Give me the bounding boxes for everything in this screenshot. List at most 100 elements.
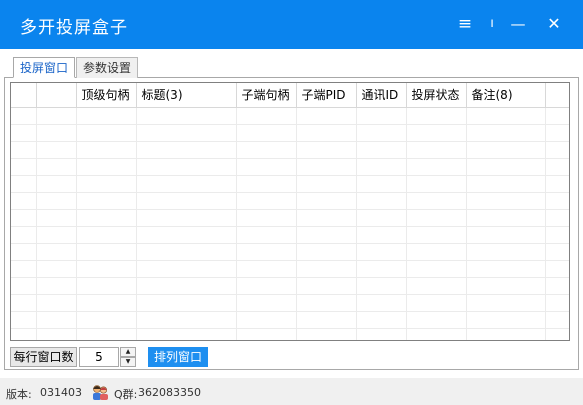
table-cell[interactable] (136, 294, 237, 312)
table-cell[interactable] (406, 260, 467, 278)
arrange-windows-button[interactable]: 排列窗口 (148, 347, 208, 367)
table-cell[interactable] (236, 243, 297, 261)
spin-down-icon[interactable]: ▼ (120, 357, 136, 367)
table-cell[interactable] (236, 107, 297, 125)
table-cell[interactable] (296, 209, 357, 227)
table-cell[interactable] (545, 192, 569, 210)
table-cell[interactable] (466, 158, 546, 176)
table-cell[interactable] (406, 141, 467, 159)
table-cell[interactable] (466, 277, 546, 295)
table-cell[interactable] (406, 107, 467, 125)
table-cell[interactable] (356, 277, 407, 295)
table-cell[interactable] (406, 243, 467, 261)
table-cell[interactable] (545, 328, 569, 340)
table-cell[interactable] (136, 175, 237, 193)
table-cell[interactable] (136, 124, 237, 142)
table-cell[interactable] (136, 328, 237, 340)
table-cell[interactable] (36, 260, 77, 278)
table-cell[interactable] (236, 158, 297, 176)
column-header[interactable] (36, 83, 77, 108)
table-cell[interactable] (466, 226, 546, 244)
table-cell[interactable] (466, 209, 546, 227)
table-row[interactable] (11, 209, 569, 227)
table-cell[interactable] (296, 328, 357, 340)
table-cell[interactable] (545, 311, 569, 329)
table-cell[interactable] (466, 124, 546, 142)
menu-icon[interactable]: ≡ (454, 12, 476, 36)
table-cell[interactable] (236, 209, 297, 227)
table-cell[interactable] (236, 226, 297, 244)
table-cell[interactable] (76, 175, 137, 193)
table-cell[interactable] (236, 124, 297, 142)
column-header[interactable] (11, 83, 37, 108)
table-cell[interactable] (406, 277, 467, 295)
table-cell[interactable] (136, 158, 237, 176)
table-cell[interactable] (296, 141, 357, 159)
column-header-cast-status[interactable]: 投屏状态 (406, 83, 467, 108)
window-list-table[interactable]: 顶级句柄 标题(3) 子端句柄 子端PID 通讯ID 投屏状态 备注(8) (10, 82, 570, 341)
tab-settings[interactable]: 参数设置 (76, 57, 139, 78)
table-cell[interactable] (76, 311, 137, 329)
table-cell[interactable] (406, 311, 467, 329)
table-row[interactable] (11, 175, 569, 193)
table-cell[interactable] (356, 328, 407, 340)
table-cell[interactable] (36, 243, 77, 261)
table-cell[interactable] (356, 294, 407, 312)
table-cell[interactable] (406, 328, 467, 340)
table-cell[interactable] (136, 192, 237, 210)
table-row[interactable] (11, 277, 569, 295)
table-cell[interactable] (466, 175, 546, 193)
table-cell[interactable] (236, 260, 297, 278)
table-cell[interactable] (76, 260, 137, 278)
table-row[interactable] (11, 243, 569, 261)
table-cell[interactable] (76, 226, 137, 244)
table-cell[interactable] (545, 260, 569, 278)
close-icon[interactable]: ✕ (543, 12, 565, 36)
table-cell[interactable] (11, 294, 37, 312)
table-cell[interactable] (136, 243, 237, 261)
column-header-remark[interactable]: 备注(8) (466, 83, 546, 108)
table-cell[interactable] (406, 192, 467, 210)
table-cell[interactable] (545, 243, 569, 261)
table-cell[interactable] (406, 124, 467, 142)
table-cell[interactable] (296, 158, 357, 176)
table-cell[interactable] (296, 107, 357, 125)
table-cell[interactable] (76, 158, 137, 176)
table-cell[interactable] (11, 260, 37, 278)
table-cell[interactable] (36, 141, 77, 159)
minimize-icon[interactable]: — (507, 12, 529, 36)
table-cell[interactable] (236, 192, 297, 210)
table-cell[interactable] (36, 311, 77, 329)
column-header-title[interactable]: 标题(3) (136, 83, 237, 108)
table-cell[interactable] (545, 175, 569, 193)
table-cell[interactable] (11, 209, 37, 227)
table-cell[interactable] (36, 294, 77, 312)
table-row[interactable] (11, 226, 569, 244)
table-cell[interactable] (36, 277, 77, 295)
spin-up-icon[interactable]: ▲ (120, 347, 136, 357)
table-cell[interactable] (11, 175, 37, 193)
table-cell[interactable] (545, 124, 569, 142)
per-row-input[interactable] (79, 347, 119, 367)
table-cell[interactable] (136, 107, 237, 125)
table-cell[interactable] (136, 311, 237, 329)
table-cell[interactable] (236, 141, 297, 159)
table-cell[interactable] (356, 124, 407, 142)
table-cell[interactable] (356, 107, 407, 125)
table-cell[interactable] (466, 294, 546, 312)
table-cell[interactable] (11, 158, 37, 176)
table-cell[interactable] (76, 243, 137, 261)
table-row[interactable] (11, 158, 569, 176)
table-cell[interactable] (296, 294, 357, 312)
table-cell[interactable] (11, 226, 37, 244)
table-cell[interactable] (296, 124, 357, 142)
table-cell[interactable] (76, 192, 137, 210)
table-cell[interactable] (236, 328, 297, 340)
table-cell[interactable] (36, 328, 77, 340)
table-row[interactable] (11, 107, 569, 125)
table-cell[interactable] (236, 311, 297, 329)
table-cell[interactable] (76, 328, 137, 340)
table-cell[interactable] (356, 243, 407, 261)
table-cell[interactable] (36, 158, 77, 176)
table-cell[interactable] (545, 209, 569, 227)
